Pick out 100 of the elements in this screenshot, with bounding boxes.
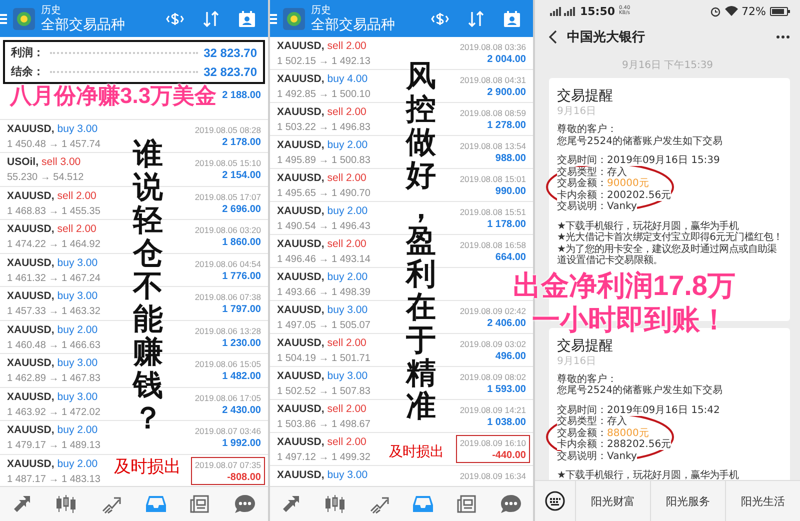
trade-prices: 1 496.46 → 1 493.14 (277, 253, 370, 266)
trade-symbol: XAUUSD, (277, 139, 324, 152)
trade-prices: 55.230 → 54.512 (7, 171, 84, 184)
trade-profit: 1 278.00 (487, 120, 526, 131)
trade-symbol: XAUUSD, (7, 424, 54, 437)
promo-caption: 一小时即到账！ (532, 306, 728, 334)
trade-prices: 1 474.22 → 1 464.92 (7, 238, 100, 251)
trade-order: buy 2.00 (327, 205, 368, 218)
chat-title: 中国光大银行 (567, 29, 646, 46)
trade-symbol: XAUUSD, (277, 271, 324, 284)
trade-prices: 1 502.52 → 1 507.83 (277, 385, 370, 398)
summary-label: 结余： (11, 64, 44, 79)
field-value: 2019年09月16日 15:42 (607, 404, 720, 416)
trade-time: 2019.08.09 14:21 (460, 404, 526, 416)
trade-time: 2019.08.08 16:58 (460, 239, 526, 251)
trade-symbol: XAUUSD, (7, 324, 54, 336)
alarm-clock-icon (710, 6, 721, 16)
back-chevron-icon (549, 30, 557, 44)
trade-prices: 1 457.33 → 1 463.32 (7, 305, 100, 318)
vertical-caption: 谁说轻仓不能赚钱？ (133, 138, 163, 435)
chat-bubble-icon (234, 494, 256, 514)
menu-icon[interactable] (270, 12, 277, 24)
trade-profit: 1 776.00 (222, 270, 261, 282)
trade-prices: 1 487.17 → 1 483.13 (7, 472, 100, 486)
promo-caption: 出金净利润17.8万 (513, 272, 736, 300)
trade-prices: 1 495.89 → 1 500.83 (277, 154, 370, 167)
trade-symbol: XAUUSD, (277, 436, 324, 449)
header-title: 全部交易品种 (41, 16, 126, 32)
trade-profit: 1 593.00 (487, 384, 526, 395)
trade-order: buy 3.00 (57, 122, 98, 136)
trade-time: 2019.08.05 15:10 (194, 157, 261, 169)
trade-prices: 1 461.32 → 1 467.24 (7, 272, 100, 284)
more-dots-icon (776, 35, 790, 39)
field-value: 存入 (607, 166, 627, 178)
trade-order: buy 3.00 (57, 256, 98, 270)
menu-icon[interactable] (0, 12, 7, 24)
trade-order: sell 2.00 (327, 106, 366, 119)
trade-profit: 988.00 (495, 153, 526, 164)
inbox-icon (412, 494, 434, 514)
field-value: 90000元 (607, 178, 649, 189)
trade-time: 2019.08.08 15:51 (460, 206, 526, 218)
calendar-person-icon (503, 10, 521, 28)
trade-symbol: XAUUSD, (7, 223, 54, 236)
trade-order: sell 2.00 (57, 190, 96, 202)
header-subtitle: 历史 (41, 4, 62, 16)
promo-text: ★下载手机银行，玩花好月圆，赢华为手机 (557, 220, 740, 232)
trade-order: buy 2.00 (327, 139, 368, 152)
vertical-caption: 风控做好，盈利在于精准 (406, 60, 436, 423)
newspaper-icon (190, 494, 210, 514)
trade-time: 2019.08.07 07:35 (194, 458, 261, 470)
trade-time: 2019.08.09 16:10 (460, 437, 526, 449)
trade-symbol: XAUUSD, (7, 357, 54, 370)
trade-prices: 1 503.86 → 1 498.67 (277, 418, 370, 431)
keyboard-icon (545, 491, 565, 511)
trade-profit: 664.00 (495, 252, 526, 263)
trade-order: sell 2.00 (327, 436, 366, 449)
message-date: 9月16日 (557, 356, 598, 368)
trade-prices: 1 462.89 → 1 467.83 (7, 372, 100, 385)
trade-symbol: XAUUSD, (277, 469, 324, 482)
candlestick-icon (324, 494, 346, 514)
header-title: 全部交易品种 (311, 16, 396, 32)
message-text: 尊敬的客户： (557, 124, 618, 136)
stop-loss-note: 及时损出 (114, 458, 180, 475)
message-title: 交易提醒 (557, 87, 614, 106)
back-button[interactable] (549, 30, 557, 44)
promo-text: ★为了您的用卡安全，建议您及时通过网点或自助渠道设置借记卡交易限额。 (557, 244, 778, 266)
trade-profit: 1 038.00 (487, 417, 526, 428)
trade-profit: 2 178.00 (222, 136, 261, 148)
trade-order: buy 2.00 (57, 424, 98, 437)
more-button[interactable] (776, 35, 790, 39)
trade-time: 2019.08.08 15:01 (460, 173, 526, 185)
signal-icon (550, 6, 576, 16)
stop-loss-note: 及时损出 (389, 444, 444, 458)
trade-profit: 2 430.00 (222, 404, 261, 416)
message-title: 交易提醒 (557, 336, 614, 356)
trade-symbol: XAUUSD, (277, 73, 324, 86)
inbox-icon (144, 494, 167, 514)
trade-symbol: XAUUSD, (277, 403, 324, 416)
trade-time: 2019.08.06 13:28 (194, 324, 261, 336)
trade-profit: 1 482.00 (222, 371, 261, 382)
trade-order: buy 2.00 (57, 324, 98, 336)
app-logo-icon (13, 8, 35, 30)
trade-order: sell 2.00 (57, 223, 96, 236)
trade-order: buy 3.00 (57, 357, 98, 370)
trade-symbol: XAUUSD, (277, 172, 324, 185)
menu-button[interactable]: 阳光财富 (575, 481, 650, 521)
trade-prices: 1 479.17 → 1 489.13 (7, 439, 100, 452)
trade-symbol: XAUUSD, (277, 238, 324, 251)
trade-order: buy 3.00 (57, 290, 98, 303)
trade-prices: 1 493.66 → 1 498.39 (277, 286, 370, 299)
trade-time: 2019.08.08 13:54 (460, 140, 526, 152)
message-date: 9月16日 (557, 106, 598, 118)
trade-time: 2019.08.05 17:07 (194, 190, 261, 202)
trade-profit: 990.00 (495, 186, 526, 197)
menu-button[interactable]: 阳光生活 (725, 481, 800, 521)
trade-profit: 1 230.00 (222, 338, 261, 348)
trade-profit: 496.00 (495, 351, 526, 362)
summary-value: 32 823.70 (204, 46, 257, 60)
menu-button[interactable]: 阳光服务 (650, 481, 725, 521)
field-label: 交易时间： (557, 155, 607, 166)
